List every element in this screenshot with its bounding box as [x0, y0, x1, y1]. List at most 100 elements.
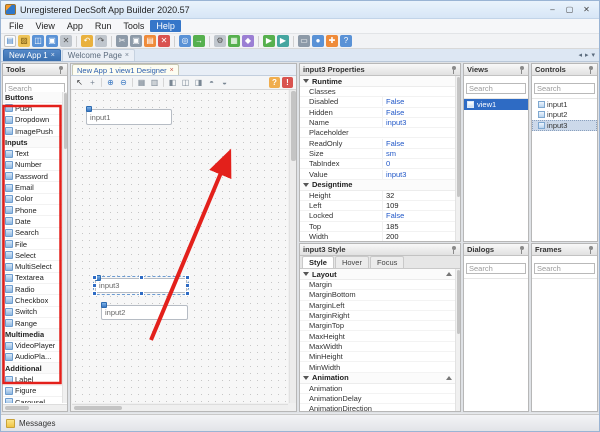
selection-handle[interactable]: [185, 291, 190, 296]
section-animation[interactable]: Animation: [300, 373, 455, 384]
tools-item[interactable]: Dropdown: [3, 115, 62, 126]
close-button[interactable]: ✕: [578, 3, 595, 17]
property-value[interactable]: 200: [382, 232, 455, 241]
tab-new-app-1[interactable]: New App 1 ×: [3, 49, 61, 61]
property-value[interactable]: False: [382, 139, 455, 148]
help-icon[interactable]: ?: [340, 35, 352, 47]
scrollbar-thumb[interactable]: [457, 270, 460, 334]
messages-bar[interactable]: Messages: [1, 414, 599, 431]
designer-toolbar-icon[interactable]: [132, 78, 133, 87]
align-center-icon[interactable]: ◫: [180, 77, 191, 88]
errors-icon[interactable]: !: [282, 77, 293, 88]
browser-icon[interactable]: ●: [312, 35, 324, 47]
section-designtime[interactable]: Designtime: [300, 180, 455, 191]
tools-item[interactable]: File: [3, 239, 62, 250]
run-app-icon[interactable]: ▶: [263, 35, 275, 47]
tools-item[interactable]: ImagePush: [3, 126, 62, 137]
maximize-button[interactable]: ▢: [561, 3, 578, 17]
controls-search-input[interactable]: [534, 83, 595, 94]
property-row[interactable]: Name input3: [300, 118, 455, 128]
property-row[interactable]: Hidden False: [300, 108, 455, 118]
control-item[interactable]: input1: [532, 99, 597, 110]
property-value[interactable]: 185: [382, 222, 455, 231]
select-cursor-icon[interactable]: ↖: [74, 77, 85, 88]
property-value[interactable]: 109: [382, 201, 455, 210]
property-row[interactable]: ReadOnly False: [300, 138, 455, 148]
tools-vertical-scrollbar[interactable]: [62, 92, 67, 403]
close-app-icon[interactable]: ✕: [60, 35, 72, 47]
tools-item[interactable]: Password: [3, 171, 62, 182]
property-value[interactable]: 0: [382, 159, 455, 168]
property-row[interactable]: Width 200: [300, 232, 455, 241]
designer-toolbar-icon[interactable]: [101, 78, 102, 87]
save-app-icon[interactable]: ◫: [32, 35, 44, 47]
pin-icon[interactable]: [450, 65, 457, 74]
tools-item[interactable]: Text: [3, 148, 62, 159]
style-property-row[interactable]: Margin: [300, 280, 455, 290]
views-search-input[interactable]: [466, 83, 526, 94]
canvas-control-input2[interactable]: input2: [101, 305, 188, 320]
canvas-horizontal-scrollbar[interactable]: [72, 404, 288, 411]
tools-item[interactable]: Label: [3, 374, 62, 385]
close-designer-tab-icon[interactable]: ×: [170, 67, 174, 74]
menu-app[interactable]: App: [61, 20, 89, 32]
property-value[interactable]: False: [382, 108, 455, 117]
menu-run[interactable]: Run: [89, 20, 118, 32]
close-tab-icon[interactable]: ×: [51, 52, 55, 59]
style-property-row[interactable]: MarginRight: [300, 311, 455, 321]
tools-item[interactable]: MultiSelect: [3, 261, 62, 272]
style-scrollbar[interactable]: [455, 269, 460, 411]
property-row[interactable]: Top 185: [300, 222, 455, 232]
snap-icon[interactable]: ▥: [149, 77, 160, 88]
property-value[interactable]: False: [382, 211, 455, 220]
property-value[interactable]: input3: [382, 118, 455, 127]
app-files-icon[interactable]: ▦: [228, 35, 240, 47]
align-bottom-icon[interactable]: ◒: [219, 77, 230, 88]
control-item[interactable]: input2: [532, 110, 597, 121]
help-icon[interactable]: ?: [269, 77, 280, 88]
selection-handle[interactable]: [92, 291, 97, 296]
tools-item[interactable]: VideoPlayer: [3, 341, 62, 352]
pin-icon[interactable]: [450, 245, 457, 254]
menu-tools[interactable]: Tools: [117, 20, 150, 32]
section-runtime[interactable]: Runtime: [300, 76, 455, 87]
cut-icon[interactable]: ✂: [116, 35, 128, 47]
tab-list-dropdown-icon[interactable]: ▾: [591, 51, 595, 59]
goto-icon[interactable]: →: [193, 35, 205, 47]
zoom-in-icon[interactable]: ⊕: [105, 77, 116, 88]
designer-canvas[interactable]: input1 input3 input2: [72, 90, 288, 403]
tools-item[interactable]: Range: [3, 318, 62, 329]
property-row[interactable]: Left 109: [300, 201, 455, 211]
tools-item[interactable]: AudioPla...: [3, 352, 62, 363]
tools-item[interactable]: Checkbox: [3, 295, 62, 306]
undo-icon[interactable]: ↶: [81, 35, 93, 47]
property-value[interactable]: 32: [382, 191, 455, 200]
view-item[interactable]: view1: [464, 99, 528, 110]
tools-item[interactable]: Radio: [3, 284, 62, 295]
style-property-row[interactable]: AnimationDelay: [300, 394, 455, 404]
tab-focus[interactable]: Focus: [370, 256, 404, 268]
style-property-row[interactable]: MinWidth: [300, 362, 455, 372]
toolbar-icon[interactable]: [174, 36, 175, 47]
tools-item[interactable]: Number: [3, 160, 62, 171]
section-layout[interactable]: Layout: [300, 269, 455, 280]
selection-handle[interactable]: [185, 275, 190, 280]
selection-handle[interactable]: [139, 275, 144, 280]
tools-item[interactable]: Search: [3, 228, 62, 239]
scroll-tabs-left-icon[interactable]: ◂: [578, 51, 582, 59]
pin-icon[interactable]: [587, 65, 594, 74]
pin-icon[interactable]: [587, 245, 594, 254]
property-row[interactable]: Size sm: [300, 149, 455, 159]
close-tab-icon[interactable]: ×: [125, 52, 129, 59]
delete-icon[interactable]: ✕: [158, 35, 170, 47]
tools-item[interactable]: Additional: [3, 363, 62, 374]
menu-view[interactable]: View: [30, 20, 61, 32]
align-left-icon[interactable]: ◧: [167, 77, 178, 88]
selection-handle[interactable]: [139, 291, 144, 296]
canvas-control-input3[interactable]: input3: [95, 278, 187, 293]
property-row[interactable]: Disabled False: [300, 97, 455, 107]
properties-scrollbar[interactable]: [455, 76, 460, 241]
canvas-vertical-scrollbar[interactable]: [289, 90, 296, 403]
paste-icon[interactable]: ▤: [144, 35, 156, 47]
tools-item[interactable]: Select: [3, 250, 62, 261]
